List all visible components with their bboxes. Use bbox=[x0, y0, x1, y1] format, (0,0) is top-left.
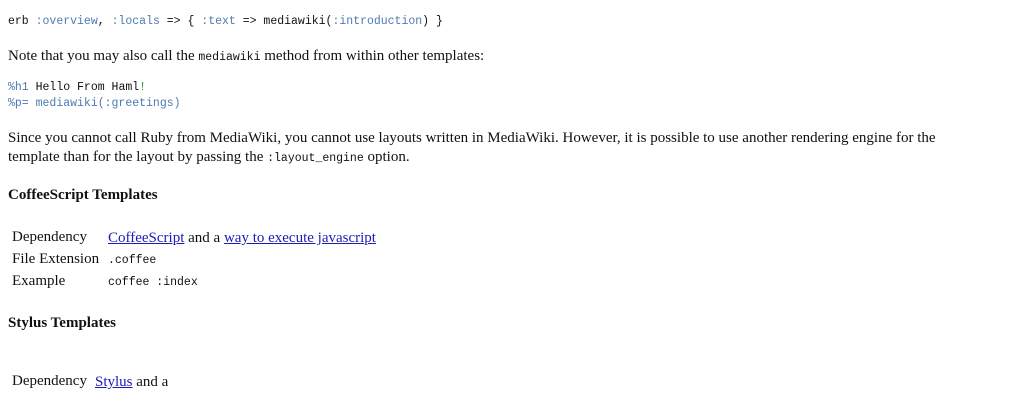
code-arrow: => { bbox=[166, 15, 195, 28]
table-label-dependency: Dependency bbox=[12, 373, 87, 389]
paragraph-layout-line2: template than for the layout by passing … bbox=[8, 148, 410, 168]
code-keyword: erb bbox=[8, 15, 29, 28]
paragraph-text: Note that you may also call the bbox=[8, 48, 195, 64]
code-symbol-introduction: :introduction bbox=[332, 15, 423, 28]
table-value-dependency: Stylus and a bbox=[95, 373, 168, 392]
paragraph-mediawiki-note: Note that you may also call the mediawik… bbox=[8, 47, 484, 67]
paragraph-text: method from within other templates: bbox=[264, 48, 485, 64]
code-line-haml-p: %p= mediawiki(:greetings) bbox=[8, 97, 181, 110]
section-heading-stylus: Stylus Templates bbox=[8, 315, 116, 331]
paragraph-layout-line1: Since you cannot call Ruby from MediaWik… bbox=[8, 130, 936, 146]
execute-javascript-link[interactable]: way to execute javascript bbox=[224, 230, 376, 246]
table-label-file-extension: File Extension bbox=[12, 251, 100, 267]
code-comma: , bbox=[97, 15, 105, 28]
table-value-example: coffee :index bbox=[108, 276, 198, 289]
code-symbol-overview: :overview bbox=[35, 15, 98, 28]
dependency-and: and a bbox=[188, 230, 221, 246]
table-label-dependency: Dependency bbox=[12, 229, 87, 245]
table-value-file-extension: .coffee bbox=[108, 254, 157, 267]
table-label-example: Example bbox=[12, 273, 66, 289]
code-haml-tag: %h1 bbox=[8, 81, 29, 94]
inline-code: mediawiki bbox=[198, 51, 261, 64]
code-symbol-locals: :locals bbox=[111, 15, 160, 28]
coffeescript-link[interactable]: CoffeeScript bbox=[108, 230, 184, 246]
code-arrow-call: => mediawiki( bbox=[242, 15, 333, 28]
table-value-dependency: CoffeeScript and a way to execute javasc… bbox=[108, 229, 376, 248]
stylus-link[interactable]: Stylus bbox=[95, 374, 133, 390]
code-bang: ! bbox=[139, 81, 147, 94]
code-line-erb: erb :overview, :locals => { :text => med… bbox=[8, 15, 443, 28]
code-close: ) } bbox=[422, 15, 443, 28]
section-heading-coffeescript: CoffeeScript Templates bbox=[8, 187, 158, 203]
code-text: Hello From Haml bbox=[35, 81, 140, 94]
paragraph-text: option. bbox=[367, 149, 410, 165]
code-line-haml-h1: %h1 Hello From Haml! bbox=[8, 81, 146, 94]
code-symbol-text: :text bbox=[201, 15, 236, 28]
dependency-and: and a bbox=[136, 374, 169, 390]
paragraph-text: template than for the layout by passing … bbox=[8, 149, 264, 165]
inline-code: :layout_engine bbox=[267, 152, 364, 165]
